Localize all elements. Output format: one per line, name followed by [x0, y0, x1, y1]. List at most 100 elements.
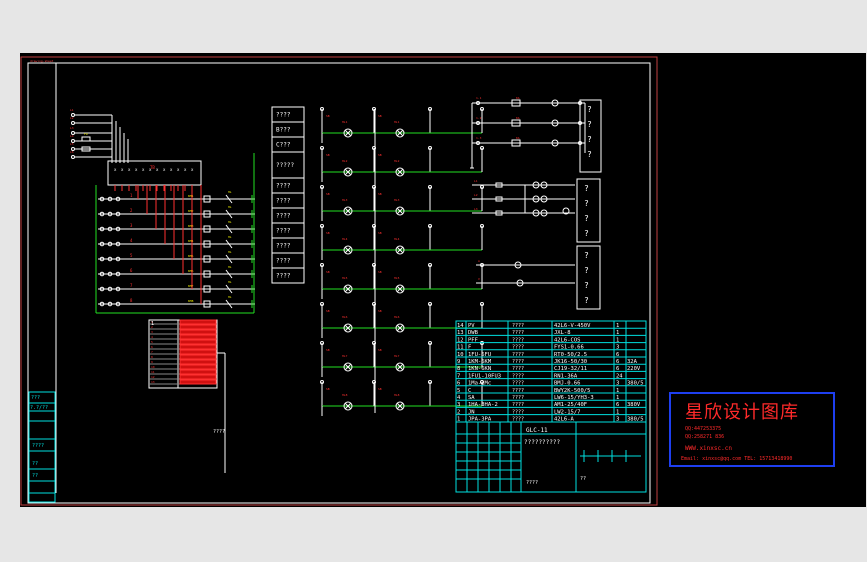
doc-q: ??	[580, 476, 586, 482]
aux-label: 1-1	[476, 96, 482, 100]
matrix-label-b: SB	[378, 387, 382, 391]
terminal-table-fill	[179, 344, 217, 350]
bus-pin: x	[163, 167, 166, 172]
branch-no: 6	[130, 268, 133, 273]
feed-terminal	[71, 121, 75, 125]
branch-lamp-label: HL	[228, 205, 232, 209]
branch-lamp-label: HL	[228, 220, 232, 224]
terminal-note: ????	[213, 429, 225, 435]
terminal-table-fill	[179, 334, 217, 340]
terminal-no: 8	[151, 355, 153, 359]
legend-box-text: ?????	[276, 162, 294, 169]
matrix-label-b: SB	[378, 114, 382, 118]
doc-title: ??????????	[524, 439, 561, 446]
branch-no: 2	[130, 208, 133, 213]
aux-label: 1-3	[476, 136, 482, 140]
legend-box-text: B???	[276, 127, 291, 134]
feed-label: L3	[70, 126, 74, 130]
legend-box-text: ????	[276, 273, 291, 280]
legend-box-text: ????	[276, 243, 291, 250]
matrix-label-b: SB	[378, 153, 382, 157]
feed-label: L2	[70, 116, 74, 120]
matrix-label-b: SB	[378, 270, 382, 274]
strip-text: ???	[31, 395, 40, 401]
matrix-label: HL7	[394, 354, 400, 358]
right-q-mark: ?	[584, 229, 589, 238]
branch-label: KM1	[188, 194, 194, 198]
meter-label: L3	[474, 207, 478, 211]
aux-label-b: KA	[516, 96, 520, 100]
matrix-label: HL2	[394, 159, 400, 163]
branch-lamp-label: HL	[228, 265, 232, 269]
fuse-label: FU	[84, 132, 88, 136]
terminal-table-fill	[179, 324, 217, 330]
bus-pin: x	[114, 167, 117, 172]
terminal-table-fill	[179, 369, 217, 375]
feed-label: L4	[70, 134, 74, 138]
branch-no: 7	[130, 283, 133, 288]
bus-pin: x	[170, 167, 173, 172]
branch-lamp-label: HL	[228, 295, 232, 299]
right-q-mark: ?	[587, 150, 592, 159]
meter-label: L2	[474, 193, 478, 197]
legend-box-text: ????	[276, 213, 291, 220]
feed-fuse	[81, 136, 91, 142]
terminal-table-fill	[179, 319, 217, 325]
right-q-mark: ?	[584, 184, 589, 193]
branch-lamp-label: HL	[228, 235, 232, 239]
matrix-label: HL5	[394, 276, 400, 280]
legend-box-text: ????	[276, 228, 291, 235]
matrix-label: HL3	[394, 198, 400, 202]
matrix-label-b: SB	[378, 348, 382, 352]
meter-label: L1	[474, 179, 478, 183]
bus-pin: x	[128, 167, 131, 172]
matrix-label-b: SB	[378, 192, 382, 196]
matrix-label: HL1	[394, 120, 400, 124]
terminal-table-fill	[179, 329, 217, 335]
terminal-table-fill	[179, 339, 217, 345]
strip-text: ??	[32, 473, 38, 479]
terminal-table-fill	[179, 364, 217, 370]
bus-pin: x	[191, 167, 194, 172]
legend-box-text: C???	[276, 142, 291, 149]
feed-label: L1	[70, 108, 74, 112]
matrix-label: HL8	[342, 393, 348, 397]
terminal-no: 6	[151, 345, 153, 349]
matrix-label: HL4	[394, 237, 400, 241]
terminal-table-fill	[179, 359, 217, 365]
bus-pin: x	[184, 167, 187, 172]
branch-no: 8	[130, 298, 133, 303]
legend-box-text: ????	[276, 258, 291, 265]
branch-lamp-label: HL	[228, 280, 232, 284]
aux-label-b: KA	[516, 136, 520, 140]
terminal-table-fill	[179, 374, 217, 380]
terminal-table-fill	[179, 379, 217, 385]
right-q-mark: ?	[584, 266, 589, 275]
matrix-label: HL4	[342, 237, 348, 241]
bus-label: TB	[150, 165, 155, 170]
matrix-label-b: SB	[378, 309, 382, 313]
terminal-no: 9	[151, 360, 153, 364]
terminal-no: 7	[151, 350, 153, 354]
legend-box-text: ????	[276, 112, 291, 119]
terminal-no: 4	[151, 335, 153, 339]
matrix-label: HL5	[342, 276, 348, 280]
terminal-no: 5	[151, 340, 153, 344]
watermark-contact-qq2: QQ:258271 836	[685, 434, 725, 440]
meter-label-b: A	[478, 259, 480, 263]
right-q-mark: ?	[587, 120, 592, 129]
right-q-mark: ?	[584, 199, 589, 208]
doc-code: GLC-11	[526, 427, 548, 434]
title-block	[455, 421, 647, 493]
terminal-no: 10	[151, 365, 155, 369]
right-q-mark: ?	[584, 281, 589, 290]
branch-label: KM5	[188, 254, 194, 258]
branch-label: KM4	[188, 239, 194, 243]
right-q-mark: ?	[584, 251, 589, 260]
branch-label: KM7	[188, 284, 194, 288]
matrix-label: HL3	[342, 198, 348, 202]
matrix-label-b: SB	[326, 114, 330, 118]
branch-label: KM8	[188, 299, 194, 303]
right-q-mark: ?	[584, 214, 589, 223]
aux-label: 1-2	[476, 116, 482, 120]
